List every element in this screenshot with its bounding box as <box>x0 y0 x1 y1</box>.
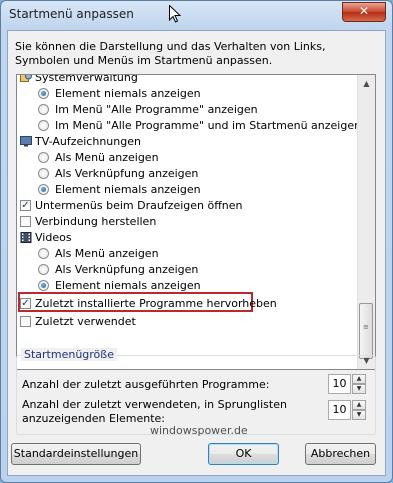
radio-tv-never[interactable]: Element niemals anzeigen <box>17 182 357 198</box>
checkbox-submenus[interactable]: ✓ Untermenüs beim Draufzeigen öffnen <box>17 198 357 214</box>
spin-up-icon[interactable]: ▲ <box>352 374 366 384</box>
grip-icon: ≡ <box>363 323 369 331</box>
spin-down-icon[interactable]: ▼ <box>352 410 366 420</box>
cancel-button[interactable]: Abbrechen <box>305 443 376 465</box>
checkbox-label: Untermenüs beim Draufzeigen öffnen <box>35 199 243 212</box>
group-label-tv: TV-Aufzeichnungen <box>35 135 141 148</box>
radio-selected-icon <box>38 88 49 99</box>
scroll-up-icon[interactable]: ▲ <box>358 75 375 92</box>
group-label-admin: Systemverwaltung <box>35 74 138 84</box>
close-button[interactable]: ✕ <box>342 2 386 22</box>
list-group-header: TV-Aufzeichnungen <box>17 134 357 150</box>
option-label: Als Verknüpfung anzeigen <box>55 263 199 276</box>
option-label: Im Menü "Alle Programme" und im Startmen… <box>55 119 362 132</box>
checkbox-checked-icon: ✓ <box>20 200 31 211</box>
group-label-videos: Videos <box>35 231 72 244</box>
checkbox-label: Zuletzt installierte Programme hervorheb… <box>35 297 277 310</box>
start-menu-options-list[interactable]: Systemverwaltung Element niemals anzeige… <box>16 74 376 370</box>
tv-icon <box>20 136 32 147</box>
recent-programs-label: Anzahl der zuletzt ausgeführten Programm… <box>22 378 270 391</box>
radio-admin-all-programs[interactable]: Im Menü "Alle Programme" anzeigen <box>17 102 357 118</box>
spin-down-icon[interactable]: ▼ <box>352 384 366 394</box>
radio-icon <box>38 168 49 179</box>
jumplist-items-stepper[interactable]: 10 ▲ ▼ <box>328 400 368 420</box>
watermark-text: windowspower.de <box>150 424 248 437</box>
ok-button[interactable]: OK <box>208 443 279 465</box>
radio-icon <box>38 248 49 259</box>
option-label: Im Menü "Alle Programme" anzeigen <box>55 103 258 116</box>
list-group-header: Systemverwaltung <box>17 74 357 86</box>
radio-selected-icon <box>38 184 49 195</box>
radio-admin-never[interactable]: Element niemals anzeigen <box>17 86 357 102</box>
vertical-scrollbar[interactable]: ▲ ≡ ▼ <box>357 75 375 369</box>
spin-up-icon[interactable]: ▲ <box>352 400 366 410</box>
radio-icon <box>38 104 49 115</box>
checkbox-label: Zuletzt verwendet <box>35 315 136 328</box>
radio-icon <box>38 152 49 163</box>
title-bar[interactable]: Startmenü anpassen ✕ <box>1 1 392 29</box>
checkbox-icon <box>20 216 31 227</box>
list-group-header: Videos <box>17 230 357 246</box>
radio-tv-menu[interactable]: Als Menü anzeigen <box>17 150 357 166</box>
dialog-content: Sie können die Darstellung und das Verha… <box>7 30 386 476</box>
option-label: Als Menü anzeigen <box>55 247 159 260</box>
radio-videos-link[interactable]: Als Verknüpfung anzeigen <box>17 262 357 278</box>
scroll-thumb[interactable]: ≡ <box>359 303 373 359</box>
dialog-window: Startmenü anpassen ✕ Sie können die Dars… <box>0 0 393 483</box>
radio-icon <box>38 264 49 275</box>
option-label: Element niemals anzeigen <box>55 87 201 100</box>
checkbox-label: Verbindung herstellen <box>35 215 157 228</box>
mouse-cursor-icon <box>169 5 181 23</box>
group-title: Startmenügröße <box>21 348 117 361</box>
checkbox-checked-icon: ✓ <box>20 298 31 309</box>
intro-text: Sie können die Darstellung und das Verha… <box>15 40 326 67</box>
window-title: Startmenü anpassen <box>9 7 134 21</box>
radio-tv-link[interactable]: Als Verknüpfung anzeigen <box>17 166 357 182</box>
recent-programs-stepper[interactable]: 10 ▲ ▼ <box>328 374 368 394</box>
videos-icon <box>20 232 32 243</box>
jumplist-items-label: Anzahl der zuletzt verwendeten, in Sprun… <box>22 398 287 425</box>
close-icon: ✕ <box>358 4 370 18</box>
restore-defaults-button[interactable]: Standardeinstellungen <box>11 443 141 465</box>
radio-admin-all-and-start[interactable]: Im Menü "Alle Programme" und im Startmen… <box>17 118 361 134</box>
admin-tools-icon <box>20 75 32 82</box>
option-label: Element niemals anzeigen <box>55 183 201 196</box>
recent-programs-value[interactable]: 10 <box>328 374 351 394</box>
checkbox-recent[interactable]: Zuletzt verwendet <box>17 314 357 330</box>
jumplist-items-value[interactable]: 10 <box>328 400 351 420</box>
checkbox-icon <box>20 316 31 327</box>
radio-icon <box>38 120 49 131</box>
option-label: Als Menü anzeigen <box>55 151 159 164</box>
option-label: Als Verknüpfung anzeigen <box>55 167 199 180</box>
checkbox-highlight-new-programs[interactable]: ✓ Zuletzt installierte Programme hervorh… <box>17 292 357 314</box>
checkbox-connect[interactable]: Verbindung herstellen <box>17 214 357 230</box>
radio-selected-icon <box>38 280 49 291</box>
radio-videos-menu[interactable]: Als Menü anzeigen <box>17 246 357 262</box>
